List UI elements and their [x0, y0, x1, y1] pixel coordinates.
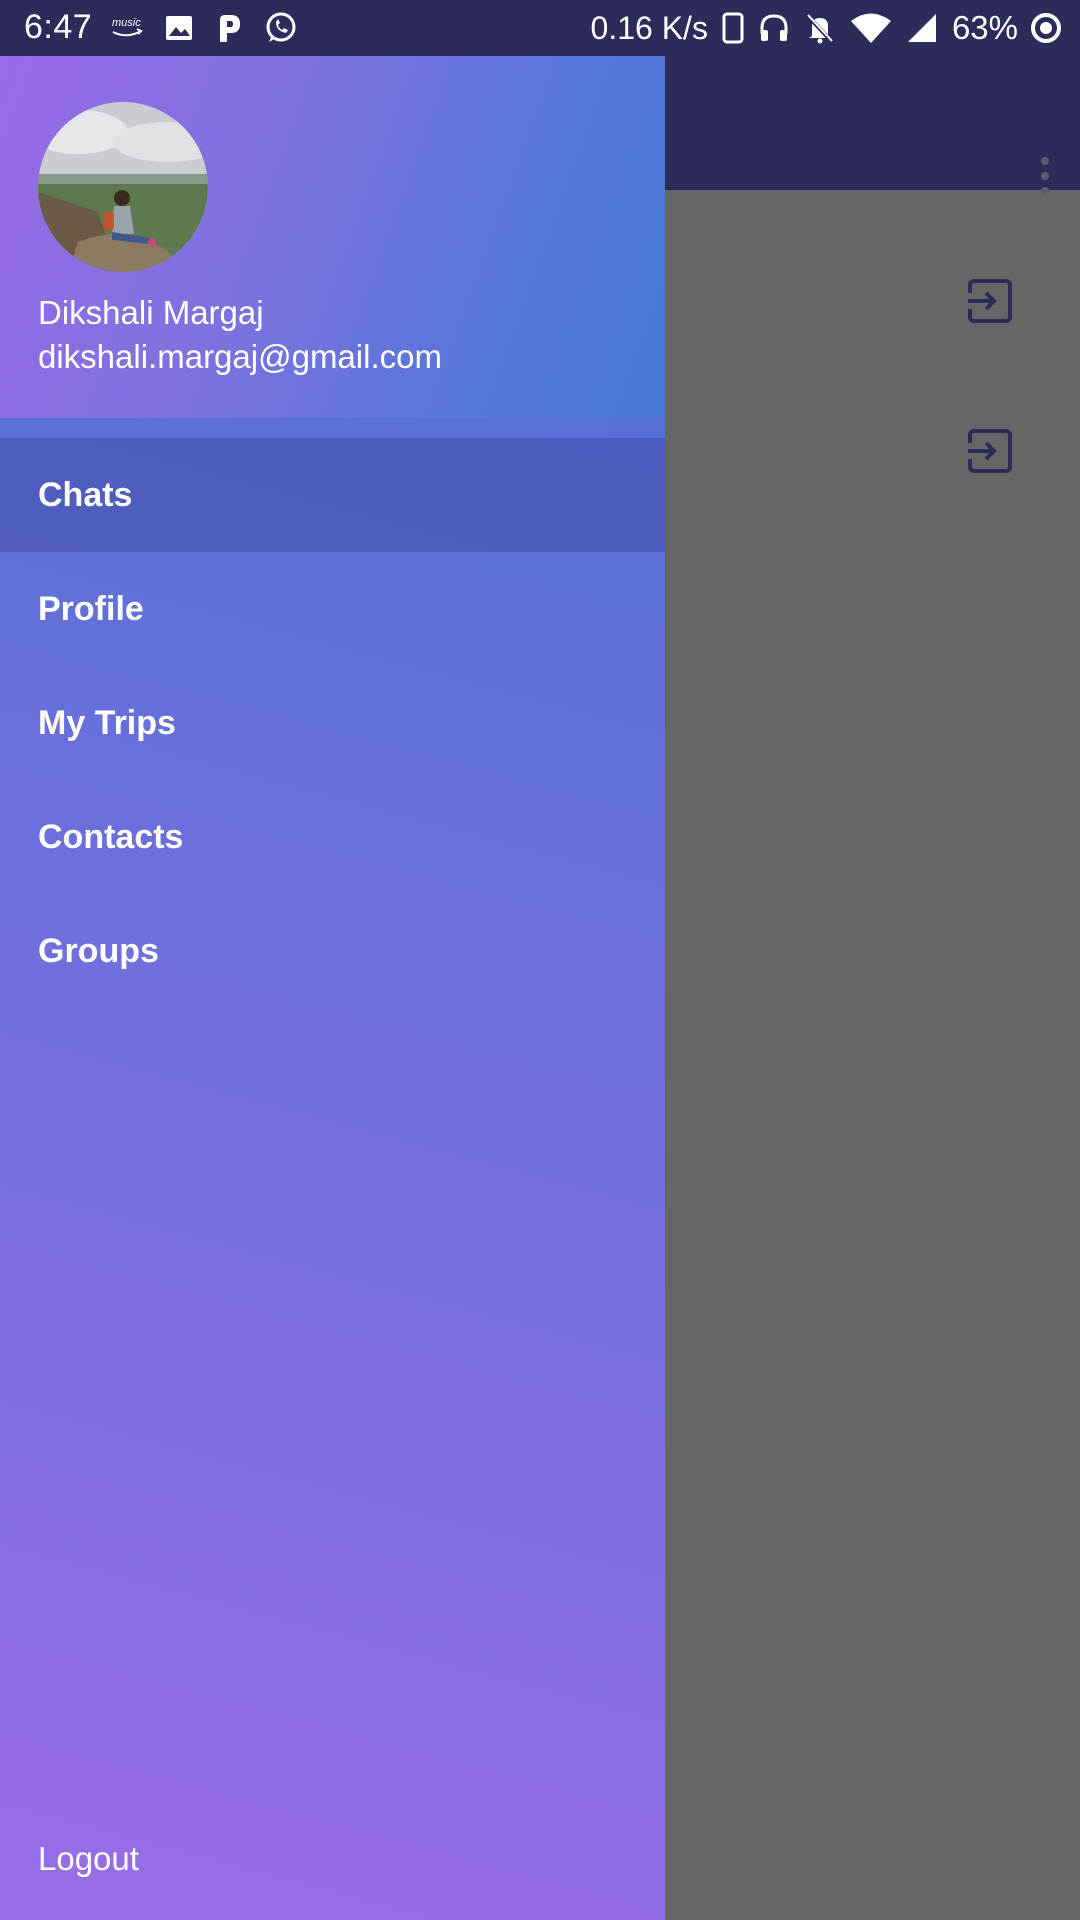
navigation-drawer: Dikshali Margaj dikshali.margaj@gmail.co…	[0, 56, 665, 1920]
user-email: dikshali.margaj@gmail.com	[38, 338, 442, 375]
wifi-icon	[850, 12, 892, 44]
menu-item-label: Chats	[38, 475, 133, 514]
menu-item-label: Profile	[38, 589, 144, 628]
system-indicators: 0.16 K/s 63%	[591, 8, 1062, 48]
svg-text:music: music	[112, 17, 141, 29]
headphones-icon	[758, 12, 790, 44]
menu-item-label: Groups	[38, 931, 159, 970]
logout-button[interactable]: Logout	[38, 1840, 139, 1878]
drawer-menu: Chats Profile My Trips Contacts Groups	[0, 438, 665, 1008]
battery-percent: 63%	[951, 9, 1018, 46]
notifications-off-icon	[804, 12, 836, 44]
whatsapp-icon	[264, 11, 298, 45]
avatar[interactable]	[38, 102, 208, 272]
menu-item-label: Contacts	[38, 817, 184, 856]
status-bar: 6:47 music 0.16 K/s 63%	[0, 0, 1080, 56]
exit-icon[interactable]	[966, 427, 1014, 475]
amazon-music-icon: music	[110, 13, 144, 43]
signal-icon	[906, 12, 938, 44]
menu-item-profile[interactable]: Profile	[0, 552, 665, 666]
menu-item-chats[interactable]: Chats	[0, 438, 665, 552]
user-name: Dikshali Margaj	[38, 294, 264, 331]
status-time: 6:47	[24, 8, 93, 46]
menu-item-groups[interactable]: Groups	[0, 894, 665, 1008]
more-options-icon[interactable]	[1038, 157, 1052, 203]
notification-icons: music	[110, 10, 318, 46]
drawer-header: Dikshali Margaj dikshali.margaj@gmail.co…	[0, 56, 665, 418]
image-icon	[164, 13, 194, 43]
network-speed: 0.16 K/s	[590, 9, 708, 46]
battery-saver-icon	[1030, 12, 1062, 44]
exit-icon[interactable]	[966, 277, 1014, 325]
menu-item-contacts[interactable]: Contacts	[0, 780, 665, 894]
menu-item-my-trips[interactable]: My Trips	[0, 666, 665, 780]
screen: 6:47 music 0.16 K/s 63% Dikshali Margaj …	[0, 0, 1080, 1920]
phone-icon	[722, 12, 744, 44]
menu-item-label: My Trips	[38, 703, 176, 742]
paytm-icon	[214, 12, 244, 44]
